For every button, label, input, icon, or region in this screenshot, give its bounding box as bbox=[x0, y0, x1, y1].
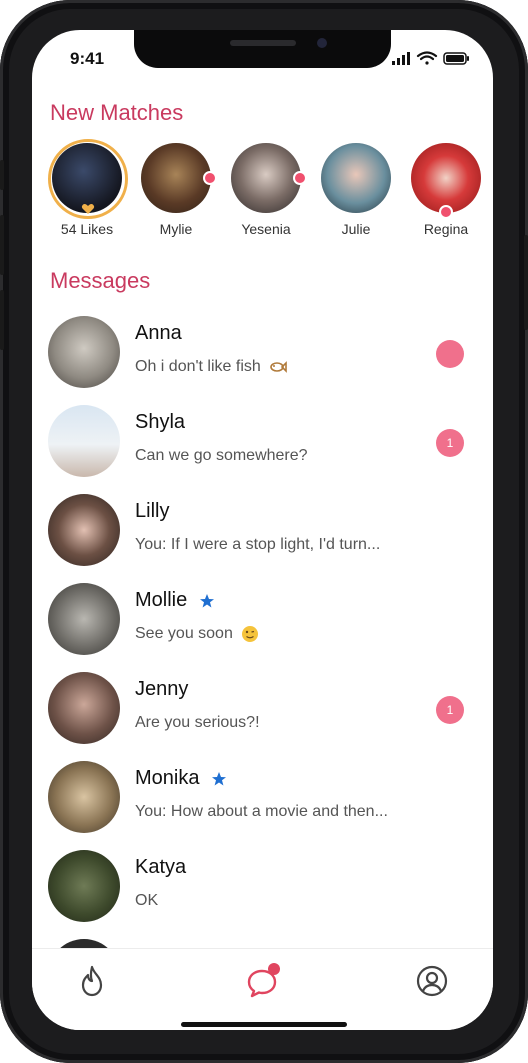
messages-title: Messages bbox=[50, 268, 151, 293]
message-row[interactable]: Shyla Can we go somewhere? 1 bbox=[48, 405, 478, 485]
notch bbox=[134, 30, 391, 68]
avatar bbox=[48, 405, 120, 477]
chat-notification-dot bbox=[268, 963, 280, 975]
chat-icon[interactable] bbox=[242, 961, 282, 1001]
phone-frame: 9:41 New Matches 54 Likes Mylie Yesenia … bbox=[0, 0, 528, 1063]
avatar bbox=[48, 850, 120, 922]
new-match-dot bbox=[439, 205, 453, 219]
star-icon bbox=[212, 771, 227, 786]
likes-match-item[interactable]: 54 Likes bbox=[47, 139, 128, 237]
volume-up-button bbox=[0, 215, 4, 275]
message-preview: Are you serious?! bbox=[135, 714, 260, 731]
power-button bbox=[524, 235, 528, 330]
match-item[interactable]: Regina bbox=[406, 143, 486, 237]
unread-badge: 1 bbox=[436, 429, 464, 457]
speaker bbox=[230, 40, 296, 46]
wifi-icon bbox=[416, 51, 438, 65]
status-time: 9:41 bbox=[70, 49, 105, 68]
match-label: Julie bbox=[341, 221, 371, 237]
match-label: Regina bbox=[423, 221, 469, 237]
avatar bbox=[48, 316, 120, 388]
fish-emoji-icon bbox=[270, 361, 288, 373]
battery-icon bbox=[443, 52, 469, 65]
message-row[interactable]: Monika You: How about a movie and then..… bbox=[48, 761, 478, 841]
message-row[interactable]: Mollie See you soon bbox=[48, 583, 478, 663]
contact-name: Shyla bbox=[135, 411, 186, 433]
unread-badge bbox=[436, 340, 464, 368]
contact-name: Monika bbox=[135, 767, 227, 790]
match-item[interactable]: Mylie bbox=[136, 143, 217, 237]
message-row[interactable]: Lilly You: If I were a stop light, I'd t… bbox=[48, 494, 478, 574]
contact-name-text: Mollie bbox=[135, 589, 188, 611]
new-match-dot bbox=[293, 171, 307, 185]
match-label: Mylie bbox=[159, 221, 193, 237]
preview-text: Oh i don't like fish bbox=[135, 358, 261, 376]
message-row[interactable]: Jenny Are you serious?! 1 bbox=[48, 672, 478, 752]
contact-name: Katya bbox=[135, 856, 187, 878]
star-icon bbox=[199, 593, 214, 608]
match-item[interactable]: Julie bbox=[316, 143, 396, 237]
message-row[interactable]: Katya OK bbox=[48, 850, 478, 930]
unread-badge: 1 bbox=[436, 696, 464, 724]
flame-icon[interactable] bbox=[72, 961, 112, 1001]
contact-name: Lilly bbox=[135, 500, 170, 522]
contact-name: Mollie bbox=[135, 589, 215, 612]
message-preview: Oh i don't like fish bbox=[135, 358, 288, 376]
app-screen: 9:41 New Matches 54 Likes Mylie Yesenia … bbox=[32, 30, 493, 1030]
avatar bbox=[141, 143, 217, 213]
avatar bbox=[411, 143, 481, 219]
tab-bar bbox=[32, 948, 493, 1030]
avatar bbox=[48, 583, 120, 655]
match-label: 54 Likes bbox=[60, 221, 114, 237]
message-preview: OK bbox=[135, 892, 159, 909]
match-label: Yesenia bbox=[241, 221, 291, 237]
contact-name: Anna bbox=[135, 322, 182, 344]
message-preview: Can we go somewhere? bbox=[135, 447, 308, 464]
avatar bbox=[48, 761, 120, 833]
winking-face-emoji-icon bbox=[242, 626, 259, 642]
avatar bbox=[321, 143, 391, 213]
gold-heart-icon bbox=[81, 204, 95, 214]
avatar bbox=[48, 494, 120, 566]
contact-name: Jenny bbox=[135, 678, 189, 700]
message-row[interactable]: Anna Oh i don't like fish bbox=[48, 316, 478, 396]
profile-icon[interactable] bbox=[412, 961, 452, 1001]
new-matches-title: New Matches bbox=[50, 100, 184, 125]
avatar bbox=[231, 143, 307, 213]
volume-down-button bbox=[0, 290, 4, 350]
message-preview: You: How about a movie and then... bbox=[135, 803, 388, 820]
contact-name-text: Monika bbox=[135, 767, 200, 789]
likes-avatar bbox=[48, 139, 128, 219]
new-match-dot bbox=[203, 171, 217, 185]
match-item[interactable]: Yesenia bbox=[226, 143, 307, 237]
message-preview: You: If I were a stop light, I'd turn... bbox=[135, 536, 381, 553]
status-icons bbox=[392, 51, 469, 65]
mute-switch bbox=[0, 160, 4, 190]
message-preview: See you soon bbox=[135, 625, 259, 643]
home-indicator[interactable] bbox=[181, 1022, 347, 1027]
preview-text: See you soon bbox=[135, 625, 233, 643]
front-camera bbox=[317, 38, 327, 48]
avatar bbox=[48, 672, 120, 744]
signal-icon bbox=[392, 52, 410, 65]
